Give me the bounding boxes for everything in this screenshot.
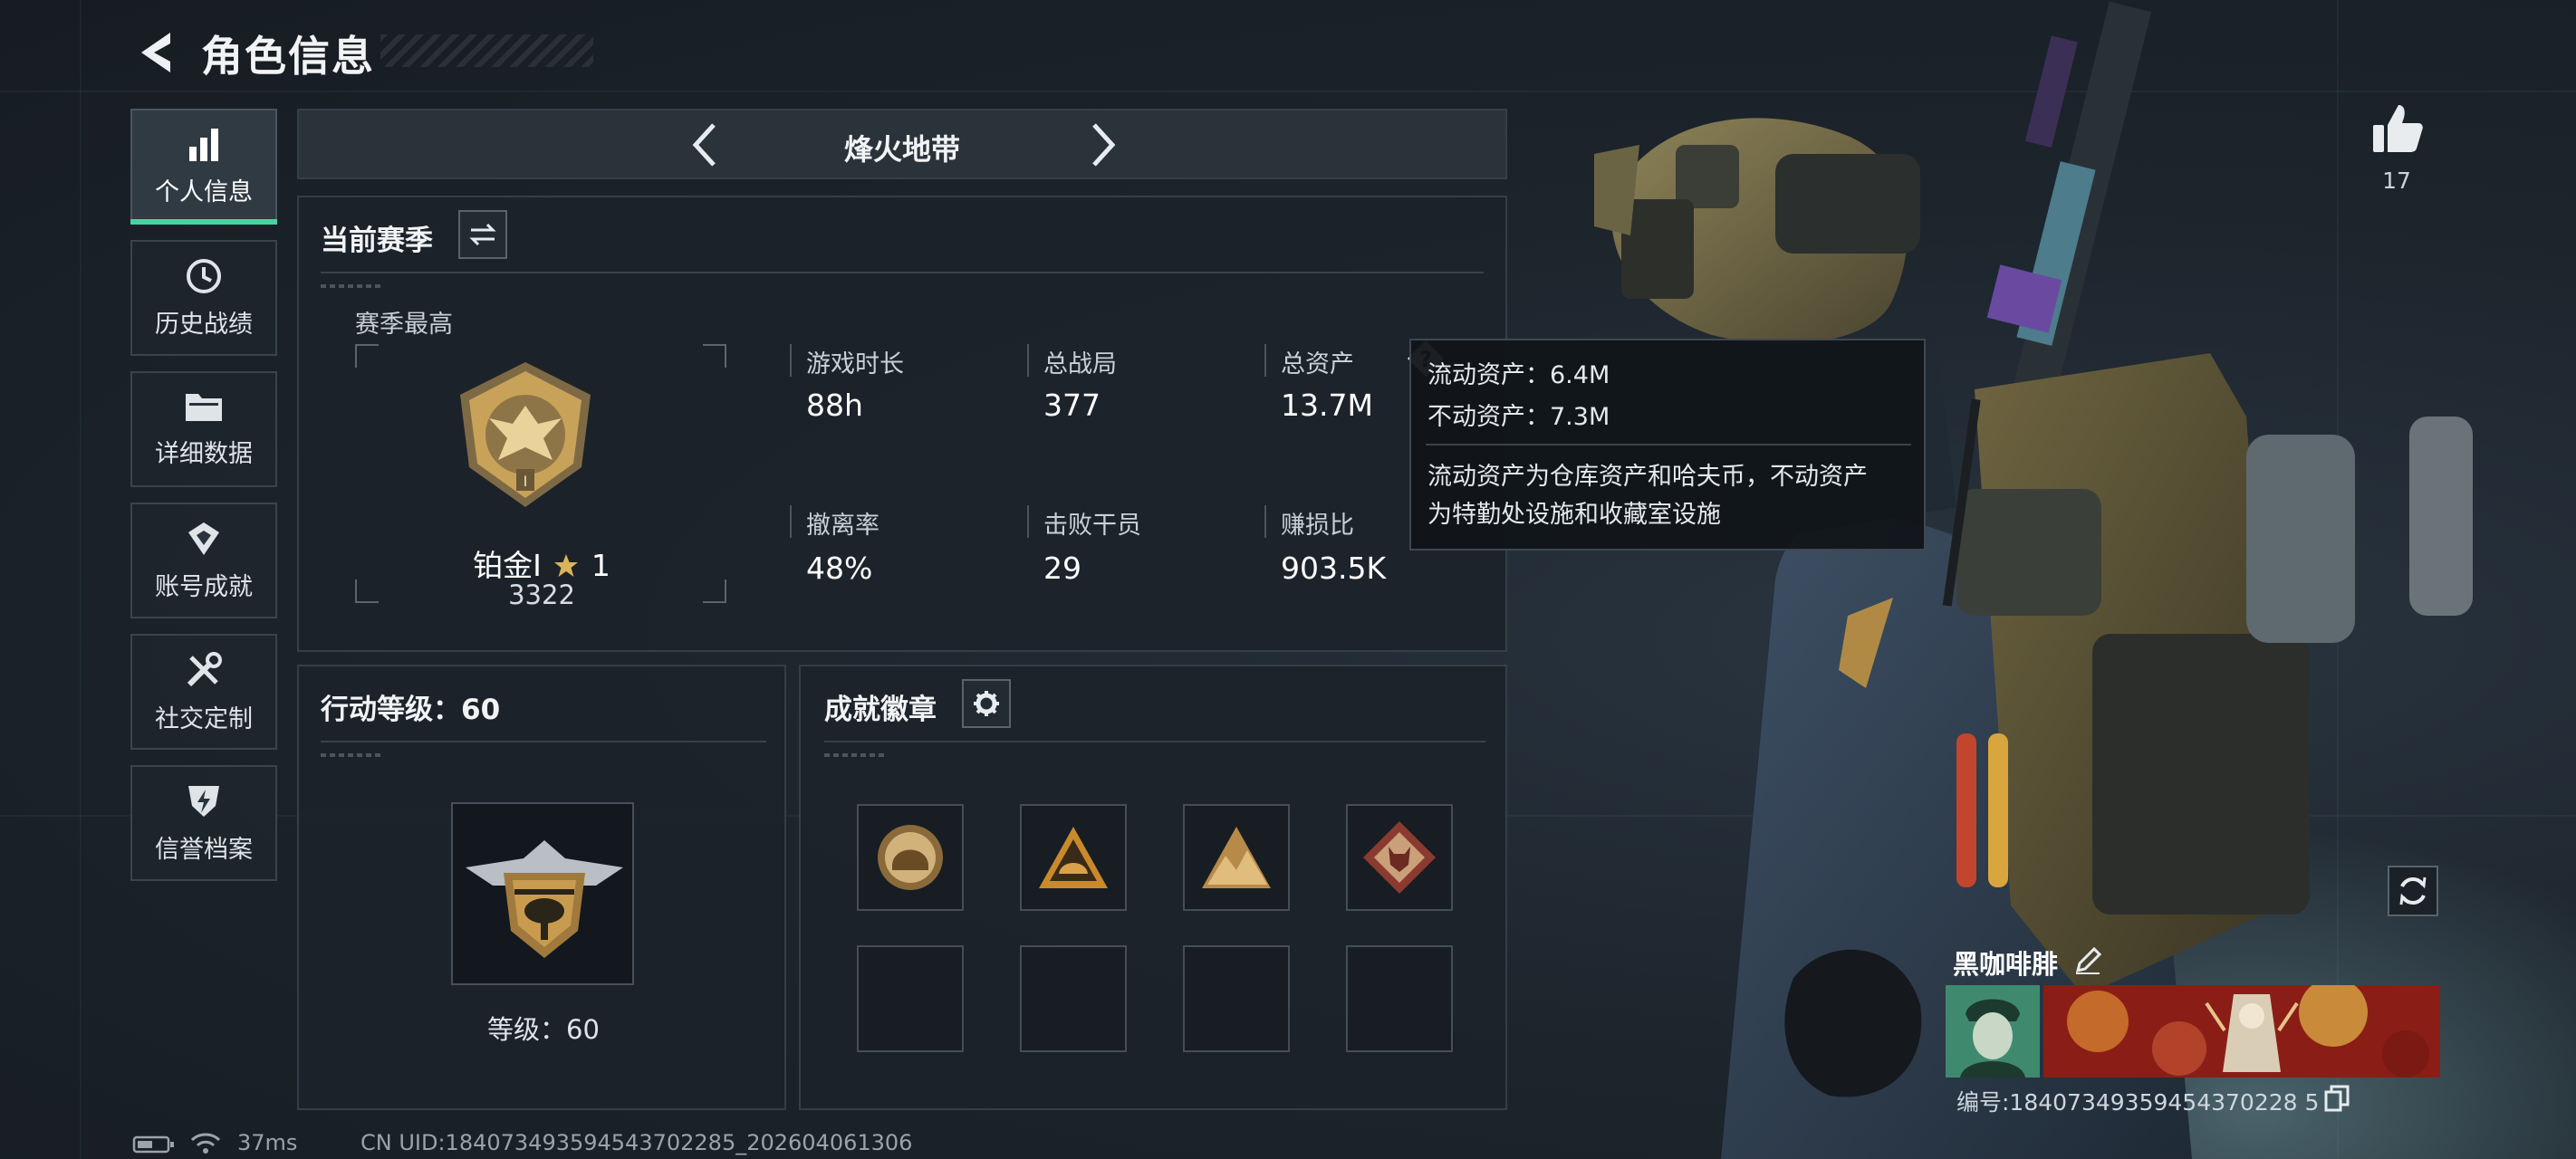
stat-label-profit-ratio: 赚损比 <box>1281 512 1354 540</box>
stat-value-profit-ratio: 903.5K <box>1281 551 1387 586</box>
triangle-helmet-badge-icon <box>1039 827 1108 888</box>
player-id-text: 编号:18407349359454370228 5 <box>1956 1089 2320 1116</box>
stat-label-kills: 击败干员 <box>1043 512 1141 540</box>
assets-tooltip: 流动资产：6.4M 不动资产：7.3M 流动资产为仓库资产和哈夫币，不动资产 为… <box>1409 339 1926 551</box>
achievements-settings-button[interactable] <box>962 679 1011 728</box>
badge-slot-1[interactable] <box>857 804 964 911</box>
rotate-character-button[interactable] <box>2388 866 2438 916</box>
tooltip-description-1: 流动资产为仓库资产和哈夫币，不动资产 <box>1427 463 1868 491</box>
sidebar-item-personal-info[interactable]: 个人信息 <box>130 109 277 225</box>
season-switch-button[interactable] <box>458 210 507 259</box>
stat-value-kills: 29 <box>1043 551 1081 586</box>
mode-switcher: 烽火地带 <box>297 109 1507 179</box>
sidebar-item-detailed-data[interactable]: 详细数据 <box>130 371 277 487</box>
sidebar-item-label: 信誉档案 <box>155 835 253 864</box>
stat-value-total-matches: 377 <box>1043 388 1101 423</box>
badge-slot-7[interactable] <box>1183 945 1290 1052</box>
mode-next-button[interactable] <box>1078 120 1129 170</box>
stat-label-extract-rate: 撤离率 <box>806 512 879 540</box>
badge-slot-2[interactable] <box>1020 804 1127 911</box>
player-name: 黑咖啡腓 <box>1953 949 2059 980</box>
wolf-badge-icon <box>1363 821 1436 894</box>
thumbs-up-icon <box>2373 105 2423 152</box>
refresh-icon <box>2399 876 2427 905</box>
copy-icon <box>2324 1085 2350 1112</box>
sidebar-item-label: 个人信息 <box>155 177 253 206</box>
rank-stars: 1 <box>591 548 610 583</box>
avatar-portrait-icon <box>1946 985 2040 1078</box>
player-avatar[interactable] <box>1946 985 2040 1078</box>
stat-label-playtime: 游戏时长 <box>806 350 904 378</box>
sidebar-item-credit-file[interactable]: 信誉档案 <box>130 765 277 881</box>
achievement-icon <box>188 522 219 555</box>
tooltip-description-2: 为特勤处设施和收藏室设施 <box>1427 501 1721 529</box>
like-count: 17 <box>2382 168 2411 194</box>
sidebar-item-label: 历史战绩 <box>155 310 253 339</box>
tools-icon <box>187 651 222 686</box>
sidebar-item-label: 详细数据 <box>155 439 253 468</box>
uid-text: CN UID:184073493594543702285_20260406130… <box>360 1130 913 1155</box>
stat-value-playtime: 88h <box>806 388 863 423</box>
stat-label-total-assets: 总资产 <box>1281 350 1354 378</box>
gear-icon <box>974 691 999 716</box>
badge-slot-5[interactable] <box>857 945 964 1052</box>
helicopter-emblem-icon <box>466 840 623 958</box>
sidebar-item-achievements[interactable]: 账号成就 <box>130 503 277 618</box>
copy-id-button[interactable] <box>2324 1085 2351 1112</box>
sidebar-item-history[interactable]: 历史战绩 <box>130 240 277 356</box>
badge-slot-6[interactable] <box>1020 945 1127 1052</box>
achievements-title: 成就徽章 <box>824 694 937 726</box>
sidebar-item-social-custom[interactable]: 社交定制 <box>130 634 277 750</box>
level-emblem-frame <box>451 802 634 985</box>
helmet-badge-icon <box>878 825 943 890</box>
svg-text:I: I <box>524 473 528 490</box>
clock-icon <box>187 258 221 293</box>
edit-name-button[interactable] <box>2072 945 2103 976</box>
badge-slot-4[interactable] <box>1346 804 1453 911</box>
tooltip-fixed-assets: 不动资产：7.3M <box>1427 403 1610 431</box>
battery-icon <box>132 1135 174 1154</box>
season-best-label: 赛季最高 <box>355 311 453 339</box>
badge-slot-3[interactable] <box>1183 804 1290 911</box>
rank-name: 铂金I <box>473 548 542 583</box>
season-panel: 当前赛季 赛季最高 I 铂金I 1 3322 游戏时长 88h 总战局 377 … <box>297 196 1507 652</box>
like-button[interactable] <box>2368 100 2426 158</box>
banner-artwork-icon <box>2043 985 2440 1078</box>
mountain-badge-icon <box>1202 827 1271 888</box>
action-level-title: 行动等级：60 <box>321 694 501 726</box>
action-level-text: 等级：60 <box>487 1014 600 1045</box>
screen: 角色信息 个人信息 历史战绩 详细数据 账号成就 社交定制 信誉档案 烽火地带 … <box>0 0 2576 1159</box>
back-arrow-icon <box>141 33 170 72</box>
tooltip-liquid-assets: 流动资产：6.4M <box>1427 361 1610 389</box>
rank-medal-icon: I <box>460 362 591 507</box>
sidebar-item-label: 账号成就 <box>155 572 253 601</box>
star-icon <box>554 554 579 577</box>
badge-slot-8[interactable] <box>1346 945 1453 1052</box>
rank-line: 铂金I 1 <box>355 541 728 585</box>
swap-icon <box>469 223 496 246</box>
season-title: 当前赛季 <box>321 225 433 257</box>
pencil-icon <box>2075 946 2102 974</box>
bar-chart-icon <box>189 128 218 161</box>
stat-value-extract-rate: 48% <box>806 551 873 586</box>
title-decoration <box>380 34 593 67</box>
player-banner[interactable] <box>2043 985 2440 1078</box>
folder-icon <box>186 393 222 421</box>
stat-value-total-assets: 13.7M <box>1281 388 1373 423</box>
back-button[interactable] <box>129 25 183 80</box>
rank-score: 3322 <box>508 580 575 610</box>
ping-text: 37ms <box>237 1130 298 1155</box>
action-level-panel: 行动等级：60 等级：60 <box>297 665 786 1110</box>
stat-label-total-matches: 总战局 <box>1043 350 1117 378</box>
sidebar-item-label: 社交定制 <box>155 704 253 733</box>
chevron-right-icon <box>1092 123 1116 167</box>
wifi-icon <box>190 1133 221 1154</box>
shield-bolt-icon <box>188 785 219 817</box>
mode-title: 烽火地带 <box>843 132 960 167</box>
achievements-panel: 成就徽章 <box>799 665 1507 1110</box>
page-title: 角色信息 <box>201 32 375 81</box>
